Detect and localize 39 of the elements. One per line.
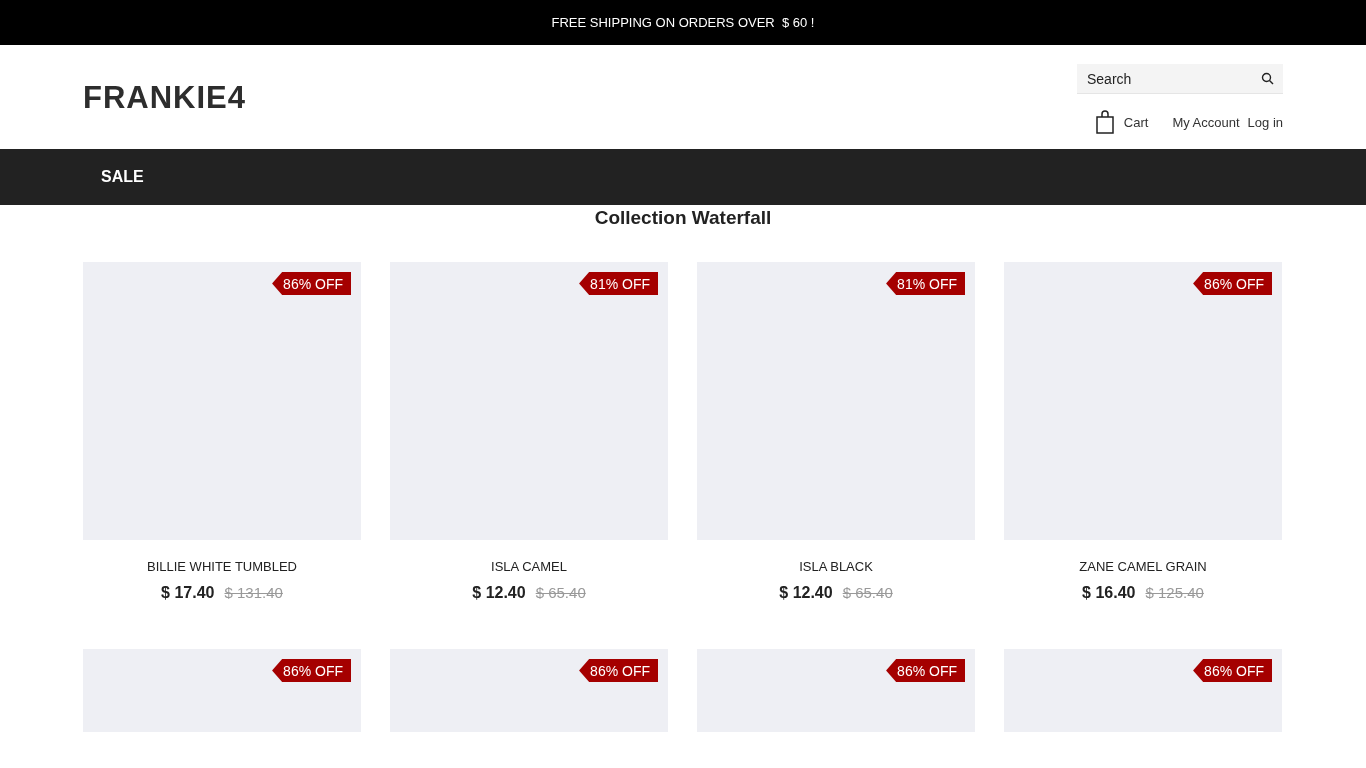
announcement-text: FREE SHIPPING ON ORDERS OVER $ 60 ! [551,15,815,30]
product-image[interactable]: 86% OFF [697,649,975,732]
product-name[interactable]: ZANE CAMEL GRAIN [1079,559,1207,574]
sale-price: $ 17.40 [161,584,215,602]
product-image[interactable]: 81% OFF [390,262,668,540]
store-logo[interactable]: FRANKIE4 [83,80,246,116]
discount-badge: 81% OFF [886,272,965,295]
discount-badge: 86% OFF [886,659,965,682]
original-price: $ 65.40 [535,584,586,601]
account-link[interactable]: My Account [1172,114,1240,130]
search-icon[interactable] [1261,72,1274,85]
discount-badge: 86% OFF [1193,272,1272,295]
cart-link[interactable]: Cart [1094,110,1149,134]
product-image[interactable]: 86% OFF [83,262,361,540]
product-name[interactable]: BILLIE WHITE TUMBLED [147,559,297,574]
discount-badge: 86% OFF [272,659,351,682]
search-field[interactable]: Search [1077,64,1283,94]
discount-badge: 86% OFF [272,272,351,295]
product-image[interactable]: 86% OFF [83,649,361,732]
sale-price: $ 12.40 [472,584,526,602]
product-image[interactable]: 86% OFF [1004,649,1282,732]
discount-badge: 86% OFF [1193,659,1272,682]
discount-badge: 81% OFF [579,272,658,295]
product-name[interactable]: ISLA BLACK [799,559,873,574]
product-image[interactable]: 86% OFF [390,649,668,732]
account-link[interactable]: Log in [1247,114,1283,130]
shopping-bag-icon [1094,110,1115,134]
original-price: $ 131.40 [224,584,283,601]
sale-price: $ 12.40 [779,584,833,602]
cart-label: Cart [1123,114,1149,130]
original-price: $ 125.40 [1145,584,1204,601]
product-image[interactable]: 86% OFF [1004,262,1282,540]
product-name[interactable]: ISLA CAMEL [491,559,567,574]
original-price: $ 65.40 [842,584,893,601]
sale-price: $ 16.40 [1082,584,1136,602]
collection-title: Collection Waterfall [593,207,773,229]
nav-item[interactable]: SALE [101,168,144,186]
product-image[interactable]: 81% OFF [697,262,975,540]
discount-badge: 86% OFF [579,659,658,682]
